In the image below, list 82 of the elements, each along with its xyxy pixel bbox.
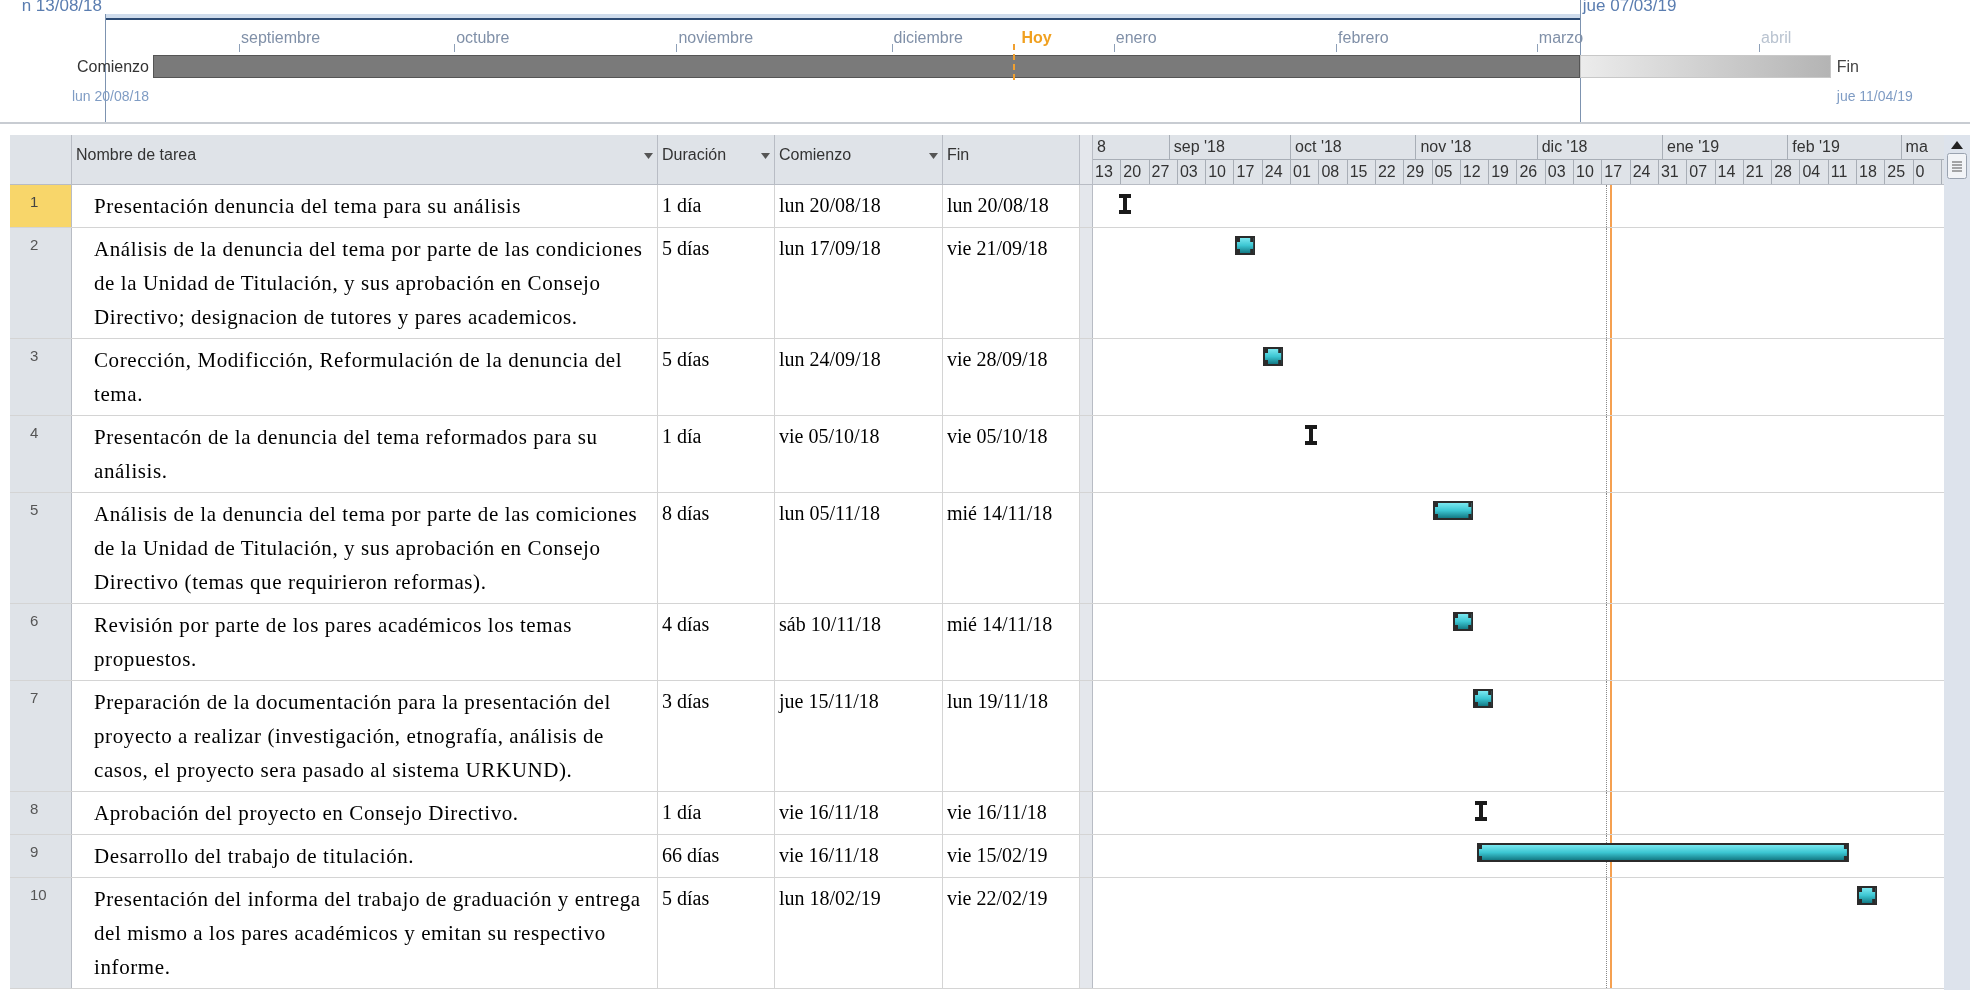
finish-date: jue 11/04/19 [1836, 87, 1913, 106]
month-label: diciembre [893, 28, 963, 48]
table-cell: lun 20/08/18 [775, 185, 943, 227]
task-name: Presentacón de la denuncia del tema reformados para su análisis. [72, 416, 658, 492]
timescale-cell: feb '19 [1788, 135, 1902, 160]
dropdown-icon[interactable] [761, 153, 770, 159]
today-label: Hoy [1021, 28, 1052, 48]
row-number[interactable]: 8 [10, 792, 72, 834]
task-bar[interactable] [1473, 689, 1494, 708]
timescale-cell: sep '18 [1169, 135, 1292, 160]
timescale-cell: 8 [1093, 135, 1170, 160]
dropdown-icon[interactable] [644, 153, 653, 159]
timescale-cell: dic '18 [1537, 135, 1664, 160]
scroll-thumb[interactable] [1947, 153, 1967, 179]
scroll-up-icon[interactable] [1951, 141, 1963, 149]
month-label: febrero [1338, 28, 1389, 48]
table-cell: 1 día [658, 792, 775, 834]
table-cell: 8 días [658, 493, 775, 603]
column-title: Duración [662, 145, 727, 165]
timescale-cell: ene '19 [1663, 135, 1789, 160]
task-name: Presentación del informa del trabajo de graduación y entrega del mismo a los pares académicos y emitan su respectivo informe. [72, 878, 658, 988]
timescale-cell: oct '18 [1291, 135, 1417, 160]
row-number[interactable]: 2 [10, 228, 72, 338]
task-marker[interactable] [1119, 194, 1132, 214]
task-name: Presentación denuncia del tema para su análisis [72, 185, 658, 227]
month-label: abril [1761, 28, 1792, 48]
column-header[interactable]: Comienzo [775, 135, 943, 184]
column-title: Fin [947, 145, 970, 165]
row-number[interactable]: 9 [10, 835, 72, 877]
task-bar[interactable] [1452, 612, 1473, 631]
table-cell: 1 día [658, 185, 775, 227]
task-bar[interactable] [1857, 886, 1878, 905]
row-number[interactable]: 4 [10, 416, 72, 492]
task-name: Preparación de la documentación para la presentación del proyecto a realizar (investigación, etnografía, análisis de casos, el proyecto sera pasado al sistema URKUND). [72, 681, 658, 791]
column-header[interactable]: Nombre de tarea [72, 135, 658, 184]
month-label: septiembre [241, 28, 321, 48]
task-name: Aprobación del proyecto en Consejo Directivo. [72, 792, 658, 834]
column-header[interactable]: Fin [943, 135, 1080, 184]
table-cell: 5 días [658, 228, 775, 338]
table-cell: lun 18/02/19 [775, 878, 943, 988]
table-cell: 1 día [658, 416, 775, 492]
task-bar[interactable] [1262, 347, 1283, 366]
table-cell: lun 17/09/18 [775, 228, 943, 338]
table-cell: 5 días [658, 878, 775, 988]
table-cell: 3 días [658, 681, 775, 791]
task-name: Corección, Modificción, Reformulación de la denuncia del tema. [72, 339, 658, 415]
table-cell: lun 05/11/18 [775, 493, 943, 603]
task-name: Análisis de la denuncia del tema por parte de las comiciones de la Unidad de Titulación, y sus aprobación en Consejo Directivo (temas que requirieron reformas). [72, 493, 658, 603]
finish-label: Fin [1836, 57, 1859, 77]
task-marker[interactable] [1305, 425, 1318, 445]
timescale-cell: nov '18 [1416, 135, 1538, 160]
task-name: Análisis de la denuncia del tema por parte de las condiciones de la Unidad de Titulación, y sus aprobación en Consejo Directivo; designacion de tutores y pares academicos. [72, 228, 658, 338]
task-name: Desarrollo del trabajo de titulación. [72, 835, 658, 877]
row-number[interactable]: 10 [10, 878, 72, 988]
row-number[interactable]: 1 [10, 185, 72, 227]
month-label: noviembre [678, 28, 754, 48]
table-cell: lun 24/09/18 [775, 339, 943, 415]
dropdown-icon[interactable] [929, 153, 938, 159]
task-bar[interactable] [1477, 843, 1849, 862]
table-cell: 4 días [658, 604, 775, 680]
table-cell: vie 16/11/18 [775, 835, 943, 877]
month-label: enero [1115, 28, 1157, 48]
task-marker[interactable] [1475, 801, 1488, 821]
row-number[interactable]: 5 [10, 493, 72, 603]
column-header[interactable]: Duración [658, 135, 775, 184]
task-name: Revisión por parte de los pares académicos los temas propuestos. [72, 604, 658, 680]
row-number[interactable]: 6 [10, 604, 72, 680]
task-bar[interactable] [1432, 501, 1473, 520]
table-cell: 5 días [658, 339, 775, 415]
table-cell: vie 05/10/18 [775, 416, 943, 492]
scrollbar[interactable] [1944, 135, 1970, 990]
table-cell: jue 15/11/18 [775, 681, 943, 791]
row-number[interactable]: 3 [10, 339, 72, 415]
row-number[interactable]: 7 [10, 681, 72, 791]
table-cell: sáb 10/11/18 [775, 604, 943, 680]
month-label: octubre [456, 28, 510, 48]
today-marker [1013, 44, 1016, 80]
table-cell: vie 16/11/18 [775, 792, 943, 834]
table-cell: 66 días [658, 835, 775, 877]
task-bar[interactable] [1234, 236, 1255, 255]
column-title: Comienzo [779, 145, 852, 165]
column-title: Nombre de tarea [76, 145, 197, 165]
